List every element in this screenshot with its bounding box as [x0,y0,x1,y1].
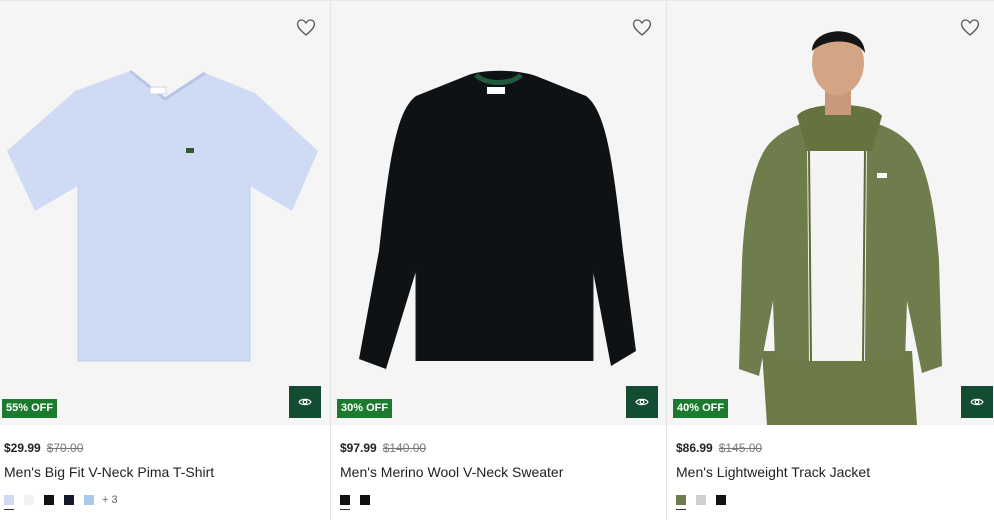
color-swatch[interactable] [360,495,370,505]
track-jacket-image [739,31,942,425]
color-swatches [340,493,666,510]
sale-price: $29.99 [4,441,41,455]
discount-badge: 40% OFF [673,399,729,418]
wishlist-heart-icon[interactable] [632,19,652,37]
product-image[interactable]: 55% OFF [0,1,330,425]
color-swatch[interactable] [676,495,686,510]
product-grid: 55% OFF $29.99 $70.00 Men's Big Fit V-Ne… [0,0,994,520]
product-info: $97.99 $140.00 Men's Merino Wool V-Neck … [331,425,666,510]
quick-view-button[interactable] [961,386,993,418]
discount-badge: 55% OFF [2,399,58,418]
sale-price: $97.99 [340,441,377,455]
quick-view-button[interactable] [289,386,321,418]
color-swatch[interactable] [716,495,726,505]
discount-badge: 30% OFF [337,399,393,418]
wishlist-heart-icon[interactable] [296,19,316,37]
sweater-image [359,70,636,369]
sale-price: $86.99 [676,441,713,455]
original-price: $70.00 [46,441,84,455]
color-swatch[interactable] [4,495,14,510]
color-swatch[interactable] [340,495,350,510]
product-card[interactable]: 55% OFF $29.99 $70.00 Men's Big Fit V-Ne… [0,1,331,520]
product-name[interactable]: Men's Lightweight Track Jacket [676,463,994,481]
product-card[interactable]: 40% OFF $86.99 $145.00 Men's Lightweight… [667,1,994,520]
eye-icon [635,398,649,406]
tshirt-image [7,69,318,362]
quick-view-button[interactable] [626,386,658,418]
color-swatch[interactable] [84,495,94,505]
original-price: $145.00 [718,441,763,455]
product-image[interactable]: 30% OFF [331,1,666,425]
color-swatches: + 3 [4,493,330,510]
eye-icon [298,398,312,406]
color-swatch[interactable] [24,495,34,505]
eye-icon [970,398,984,406]
more-colors-count[interactable]: + 3 [102,494,118,506]
product-name[interactable]: Men's Merino Wool V-Neck Sweater [340,463,666,481]
original-price: $140.00 [382,441,427,455]
color-swatches [676,493,994,510]
product-card[interactable]: 30% OFF $97.99 $140.00 Men's Merino Wool… [331,1,667,520]
product-info: $29.99 $70.00 Men's Big Fit V-Neck Pima … [0,425,330,510]
wishlist-heart-icon[interactable] [960,19,980,37]
product-image[interactable]: 40% OFF [667,1,994,425]
color-swatch[interactable] [696,495,706,505]
product-name[interactable]: Men's Big Fit V-Neck Pima T-Shirt [4,463,330,481]
color-swatch[interactable] [64,495,74,505]
product-info: $86.99 $145.00 Men's Lightweight Track J… [667,425,994,510]
color-swatch[interactable] [44,495,54,505]
